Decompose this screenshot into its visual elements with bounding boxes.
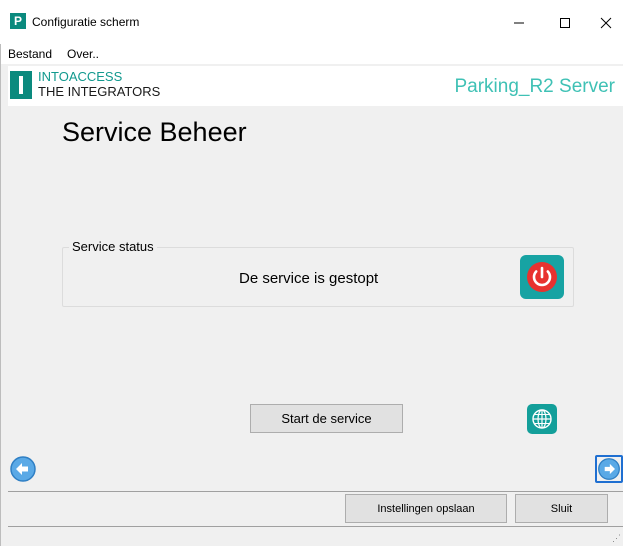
globe-button[interactable] — [527, 404, 557, 434]
save-settings-button[interactable]: Instellingen opslaan — [345, 494, 507, 523]
window-border — [0, 44, 1, 546]
app-icon: P — [10, 13, 26, 29]
resize-grip-icon[interactable]: ⋰ — [612, 533, 621, 544]
start-service-button[interactable]: Start de service — [250, 404, 403, 433]
page-title: Service Beheer — [62, 117, 247, 147]
back-button[interactable] — [9, 455, 37, 483]
minimize-button[interactable] — [496, 8, 542, 38]
minimize-icon — [514, 22, 524, 24]
globe-icon — [532, 409, 552, 429]
menu-bestand[interactable]: Bestand — [8, 47, 52, 61]
close-icon — [600, 17, 611, 29]
product-name: Parking_R2 Server — [454, 76, 615, 97]
service-status-text: De service is gestopt — [239, 270, 379, 287]
arrow-left-icon — [10, 456, 36, 482]
maximize-icon — [560, 18, 570, 28]
power-button[interactable] — [520, 255, 564, 299]
intoaccess-logo-icon — [10, 71, 32, 99]
brand-header: INTOACCESS THE INTEGRATORS Parking_R2 Se… — [8, 66, 623, 106]
next-button[interactable] — [595, 455, 623, 483]
close-button[interactable]: Sluit — [515, 494, 608, 523]
service-status-legend: Service status — [69, 239, 157, 254]
maximize-button[interactable] — [542, 8, 588, 38]
arrow-right-icon — [598, 458, 620, 480]
power-icon — [527, 262, 557, 292]
menu-over[interactable]: Over.. — [67, 47, 99, 61]
close-window-button[interactable] — [588, 8, 623, 38]
window-title: Configuratie scherm — [32, 15, 140, 29]
menu-bar: Bestand Over.. — [0, 44, 623, 64]
logo-text-secondary: THE INTEGRATORS — [38, 84, 161, 99]
title-bar: P Configuratie scherm — [0, 0, 623, 44]
logo-text-primary: INTOACCESS — [38, 69, 123, 84]
